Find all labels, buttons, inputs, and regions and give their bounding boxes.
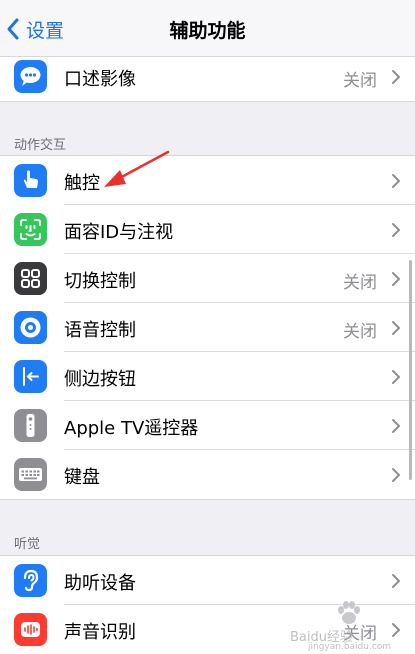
chevron-right-icon (392, 174, 400, 188)
list-item-label: 助听设备 (64, 573, 136, 594)
list-item-apple-tv-remote[interactable]: Apple TV遥控器 (0, 401, 415, 450)
speech-bubble-icon (14, 60, 47, 93)
list-item-touch[interactable]: 触控 (0, 156, 415, 205)
section-header-hearing: 听觉 (14, 537, 41, 552)
sound-wave-icon (14, 613, 47, 646)
chevron-right-icon (392, 574, 400, 588)
chevron-right-icon (392, 223, 400, 237)
list-item-label: 切换控制 (64, 271, 136, 292)
paw-logo-icon (338, 601, 360, 624)
list-item-label: 语音控制 (64, 320, 136, 341)
divider (0, 499, 415, 500)
list-item-side-button[interactable]: 侧边按钮 (0, 352, 415, 401)
list-item-label: 触控 (64, 173, 100, 194)
watermark-url: jingyan.baidu.com (308, 642, 392, 652)
grid-icon (14, 262, 47, 295)
section-header-interaction: 动作交互 (14, 138, 67, 153)
chevron-right-icon (392, 419, 400, 433)
chevron-right-icon (392, 321, 400, 335)
list-item-label: Apple TV遥控器 (64, 418, 199, 439)
list-item-voice-control[interactable]: 语音控制 关闭 (0, 303, 415, 352)
list-item-face-id-attention[interactable]: 面容ID与注视 (0, 205, 415, 254)
face-id-icon (14, 213, 47, 246)
list-item-switch-control[interactable]: 切换控制 关闭 (0, 254, 415, 303)
list-item-label: 声音识别 (64, 622, 136, 643)
list-item-label: 口述影像 (64, 69, 136, 90)
list-item-audio-description[interactable]: 口述影像 关闭 (0, 52, 415, 101)
list-item-label: 面容ID与注视 (64, 222, 174, 243)
keyboard-icon (14, 458, 47, 491)
page-title: 辅助功能 (169, 20, 246, 42)
voice-control-icon (14, 311, 47, 344)
chevron-right-icon (392, 468, 400, 482)
list-item-label: 侧边按钮 (64, 369, 136, 390)
side-button-icon (14, 360, 47, 393)
list-item-value: 关闭 (343, 71, 377, 91)
remote-icon (14, 409, 47, 442)
list-item-value: 关闭 (343, 322, 377, 342)
navigation-bar: 设置 辅助功能 (0, 0, 415, 57)
chevron-right-icon (392, 370, 400, 384)
hand-touch-icon (14, 164, 47, 197)
chevron-right-icon (392, 70, 400, 84)
scrollbar[interactable] (409, 260, 412, 480)
list-item-label: 键盘 (64, 467, 100, 488)
chevron-right-icon (392, 272, 400, 286)
list-item-keyboard[interactable]: 键盘 (0, 450, 415, 499)
list-item-value: 关闭 (343, 273, 377, 293)
ear-icon (14, 564, 47, 597)
watermark: Baidu经验 jingyan.baidu.com (290, 598, 414, 654)
divider (0, 101, 415, 102)
